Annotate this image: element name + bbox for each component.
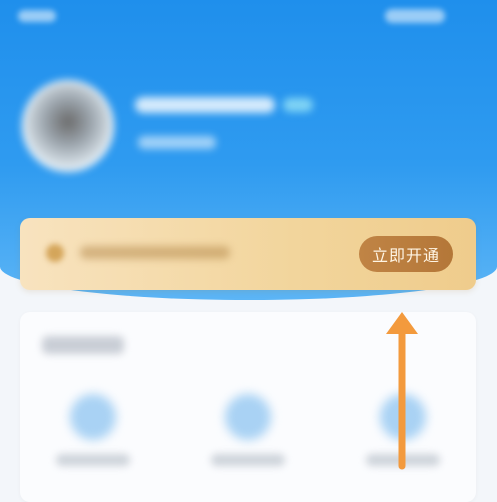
vip-banner-text-blurred	[80, 246, 230, 259]
user-subtitle-blurred	[138, 136, 216, 149]
feature-label-blurred	[366, 454, 440, 466]
avatar[interactable]	[22, 80, 114, 172]
status-bar-left	[18, 10, 56, 22]
feature-label-blurred	[56, 454, 130, 466]
open-now-button[interactable]: 立即开通	[359, 236, 453, 272]
feature-icon	[225, 394, 271, 440]
feature-item[interactable]	[348, 394, 458, 494]
vip-crown-icon	[46, 244, 64, 262]
feature-icon	[380, 394, 426, 440]
card-title-blurred	[42, 336, 124, 354]
vip-banner[interactable]: 立即开通	[20, 218, 476, 290]
username-blurred	[135, 97, 275, 113]
status-bar-right	[385, 9, 445, 23]
features-card	[20, 312, 476, 502]
feature-item[interactable]	[193, 394, 303, 494]
feature-icon	[70, 394, 116, 440]
feature-label-blurred	[211, 454, 285, 466]
level-badge	[283, 98, 313, 112]
feature-item[interactable]	[38, 394, 148, 494]
